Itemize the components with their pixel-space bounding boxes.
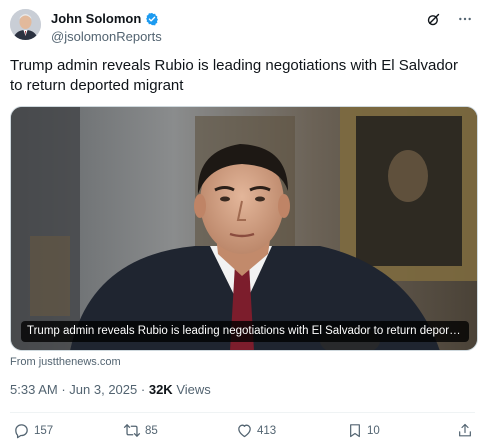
reply-icon	[13, 422, 30, 439]
tweet-date[interactable]: Jun 3, 2025	[69, 382, 137, 397]
repost-icon	[123, 422, 141, 439]
tweet-text: Trump admin reveals Rubio is leading neg…	[10, 57, 459, 94]
news-photo	[11, 107, 477, 350]
tweet-meta: 5:33 AM · Jun 3, 2025 · 32K Views	[10, 382, 211, 397]
repost-count: 85	[145, 424, 158, 437]
meta-separator: ·	[140, 382, 146, 397]
reply-button[interactable]: 157	[13, 422, 53, 439]
share-icon	[457, 422, 473, 439]
bookmark-icon	[347, 422, 363, 439]
like-count: 413	[257, 424, 277, 437]
link-card-title: Trump admin reveals Rubio is leading neg…	[21, 321, 469, 342]
more-icon[interactable]	[457, 11, 473, 27]
author-block: John Solomon @jsolomonReports	[51, 10, 162, 44]
views-count: 32K	[148, 382, 173, 397]
avatar-image	[10, 9, 41, 40]
link-source[interactable]: From justthenews.com	[10, 356, 121, 368]
share-button[interactable]	[457, 422, 473, 439]
display-name[interactable]: John Solomon	[51, 11, 141, 26]
bookmark-count: 10	[367, 424, 380, 437]
action-bar: 157 85 413 10	[13, 422, 475, 442]
tweet-header-actions	[425, 11, 473, 27]
avatar[interactable]	[10, 9, 41, 40]
tweet-card: John Solomon @jsolomonReports Trump admi…	[0, 0, 485, 446]
verified-badge-icon	[145, 12, 159, 26]
meta-separator: ·	[61, 382, 66, 397]
like-button[interactable]: 413	[236, 422, 276, 439]
link-card-media[interactable]: Trump admin reveals Rubio is leading neg…	[10, 106, 478, 351]
divider	[10, 412, 475, 413]
handle[interactable]: @jsolomonReports	[51, 29, 162, 44]
bookmark-button[interactable]: 10	[347, 422, 380, 439]
reply-count: 157	[34, 424, 54, 437]
grok-icon[interactable]	[425, 11, 441, 27]
like-icon	[236, 422, 253, 439]
views-label: Views	[176, 382, 211, 397]
repost-button[interactable]: 85	[123, 422, 158, 439]
tweet-time[interactable]: 5:33 AM	[10, 382, 58, 397]
